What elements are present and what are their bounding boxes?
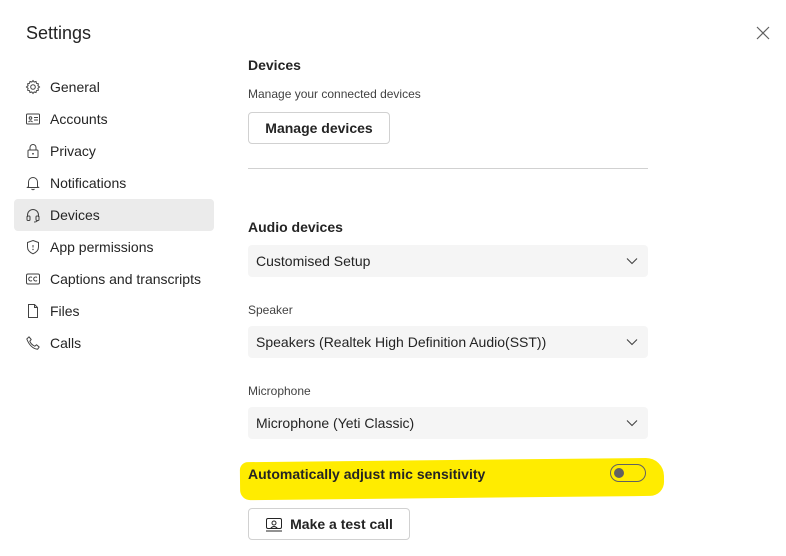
audio-setup-value: Customised Setup <box>256 253 371 269</box>
close-button[interactable] <box>752 22 774 44</box>
test-call-icon <box>266 518 283 532</box>
auto-adjust-label: Automatically adjust mic sensitivity <box>248 466 486 482</box>
settings-sidebar: General Accounts Privacy Notifications D… <box>14 71 214 359</box>
toggle-knob <box>614 468 624 478</box>
microphone-label: Microphone <box>248 384 311 398</box>
audio-setup-select[interactable]: Customised Setup <box>248 245 648 277</box>
sidebar-item-label: Privacy <box>50 143 96 159</box>
sidebar-item-accounts[interactable]: Accounts <box>14 103 214 135</box>
chevron-down-icon <box>626 258 638 265</box>
sidebar-item-label: Notifications <box>50 175 127 191</box>
devices-subtitle: Manage your connected devices <box>248 87 421 101</box>
microphone-value: Microphone (Yeti Classic) <box>256 415 415 431</box>
sidebar-item-files[interactable]: Files <box>14 295 214 327</box>
file-icon <box>24 302 42 320</box>
bell-icon <box>24 174 42 192</box>
captions-icon <box>24 270 42 288</box>
microphone-select[interactable]: Microphone (Yeti Classic) <box>248 407 648 439</box>
phone-icon <box>24 334 42 352</box>
sidebar-item-captions[interactable]: Captions and transcripts <box>14 263 214 295</box>
sidebar-item-privacy[interactable]: Privacy <box>14 135 214 167</box>
auto-adjust-row: Automatically adjust mic sensitivity <box>248 464 648 484</box>
chevron-down-icon <box>626 339 638 346</box>
sidebar-item-label: App permissions <box>50 239 154 255</box>
section-divider <box>248 168 648 169</box>
chevron-down-icon <box>626 420 638 427</box>
shield-icon <box>24 238 42 256</box>
sidebar-item-label: Calls <box>50 335 82 351</box>
sidebar-item-label: Devices <box>50 207 100 223</box>
devices-heading: Devices <box>248 57 301 73</box>
page-title: Settings <box>26 23 92 43</box>
sidebar-item-label: Captions and transcripts <box>50 271 201 287</box>
accounts-icon <box>24 110 42 128</box>
speaker-value: Speakers (Realtek High Definition Audio(… <box>256 334 547 350</box>
manage-devices-button[interactable]: Manage devices <box>248 112 390 144</box>
headset-icon <box>24 206 42 224</box>
sidebar-item-devices[interactable]: Devices <box>14 199 214 231</box>
close-icon <box>756 26 770 40</box>
test-call-button[interactable]: Make a test call <box>248 508 410 540</box>
speaker-select[interactable]: Speakers (Realtek High Definition Audio(… <box>248 326 648 358</box>
sidebar-item-label: General <box>50 79 100 95</box>
auto-adjust-toggle[interactable] <box>610 464 646 482</box>
speaker-label: Speaker <box>248 303 293 317</box>
audio-devices-heading: Audio devices <box>248 219 343 235</box>
sidebar-item-label: Files <box>50 303 80 319</box>
sidebar-item-calls[interactable]: Calls <box>14 327 214 359</box>
lock-icon <box>24 142 42 160</box>
test-call-label: Make a test call <box>290 516 393 532</box>
gear-icon <box>24 78 42 96</box>
sidebar-item-notifications[interactable]: Notifications <box>14 167 214 199</box>
sidebar-item-app-permissions[interactable]: App permissions <box>14 231 214 263</box>
sidebar-item-general[interactable]: General <box>14 71 214 103</box>
sidebar-item-label: Accounts <box>50 111 108 127</box>
